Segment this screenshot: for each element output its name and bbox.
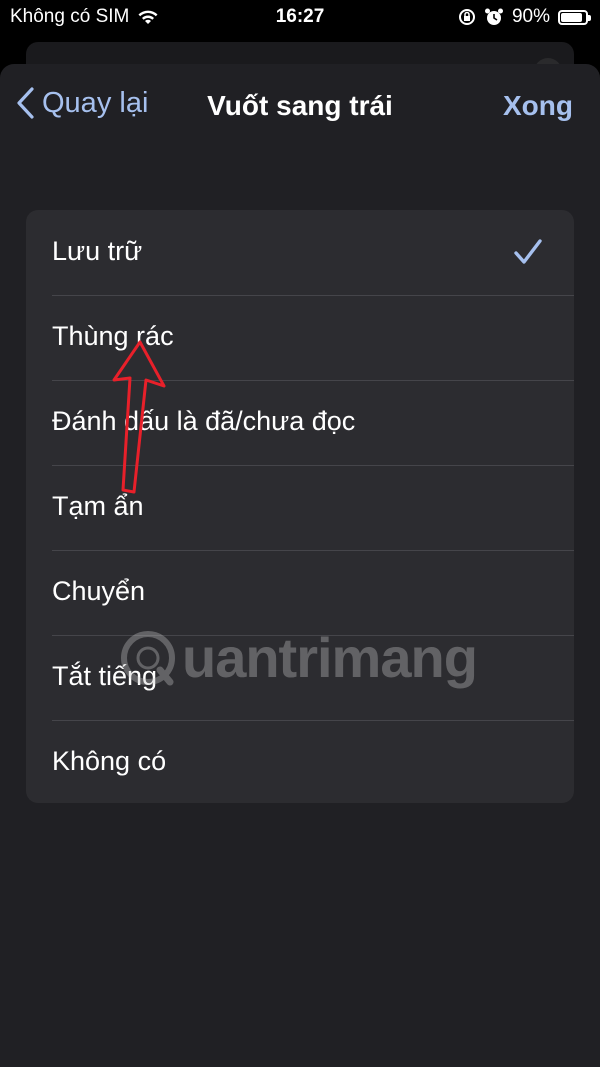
screen: Không có SIM 16:27 90% Quay lại Vuốt san… bbox=[0, 0, 600, 1067]
battery-percent: 90% bbox=[511, 6, 550, 27]
alarm-icon bbox=[484, 8, 503, 25]
watermark: uantrimang bbox=[120, 625, 478, 690]
swipe-option-label: Chuyển bbox=[52, 576, 146, 606]
annotation-arrow-icon bbox=[112, 340, 166, 494]
swipe-option-label: Không có bbox=[52, 746, 167, 776]
swipe-settings-sheet: Quay lại Vuốt sang trái Xong Lưu trữ Thùn… bbox=[0, 64, 600, 1067]
checkmark-icon bbox=[514, 239, 542, 264]
swipe-option[interactable]: Lưu trữ bbox=[26, 210, 574, 295]
rotation-lock-icon bbox=[458, 9, 475, 25]
watermark-text: uantrimang bbox=[182, 626, 478, 689]
done-button[interactable]: Xong bbox=[503, 90, 573, 122]
nav-bar: Quay lại Vuốt sang trái Xong bbox=[0, 64, 600, 154]
battery-tip bbox=[588, 14, 591, 21]
swipe-option[interactable]: Chuyển bbox=[26, 550, 574, 635]
status-right: 90% bbox=[458, 6, 591, 28]
swipe-option[interactable]: Không có bbox=[26, 720, 574, 803]
status-bar: Không có SIM 16:27 90% bbox=[0, 0, 600, 34]
battery-icon bbox=[558, 9, 591, 25]
battery-fill bbox=[561, 12, 583, 22]
swipe-option-label: Lưu trữ bbox=[52, 236, 143, 266]
swipe-option-label: Đánh dấu là đã/chưa đọc bbox=[52, 406, 356, 436]
watermark-logo-icon bbox=[121, 630, 175, 685]
